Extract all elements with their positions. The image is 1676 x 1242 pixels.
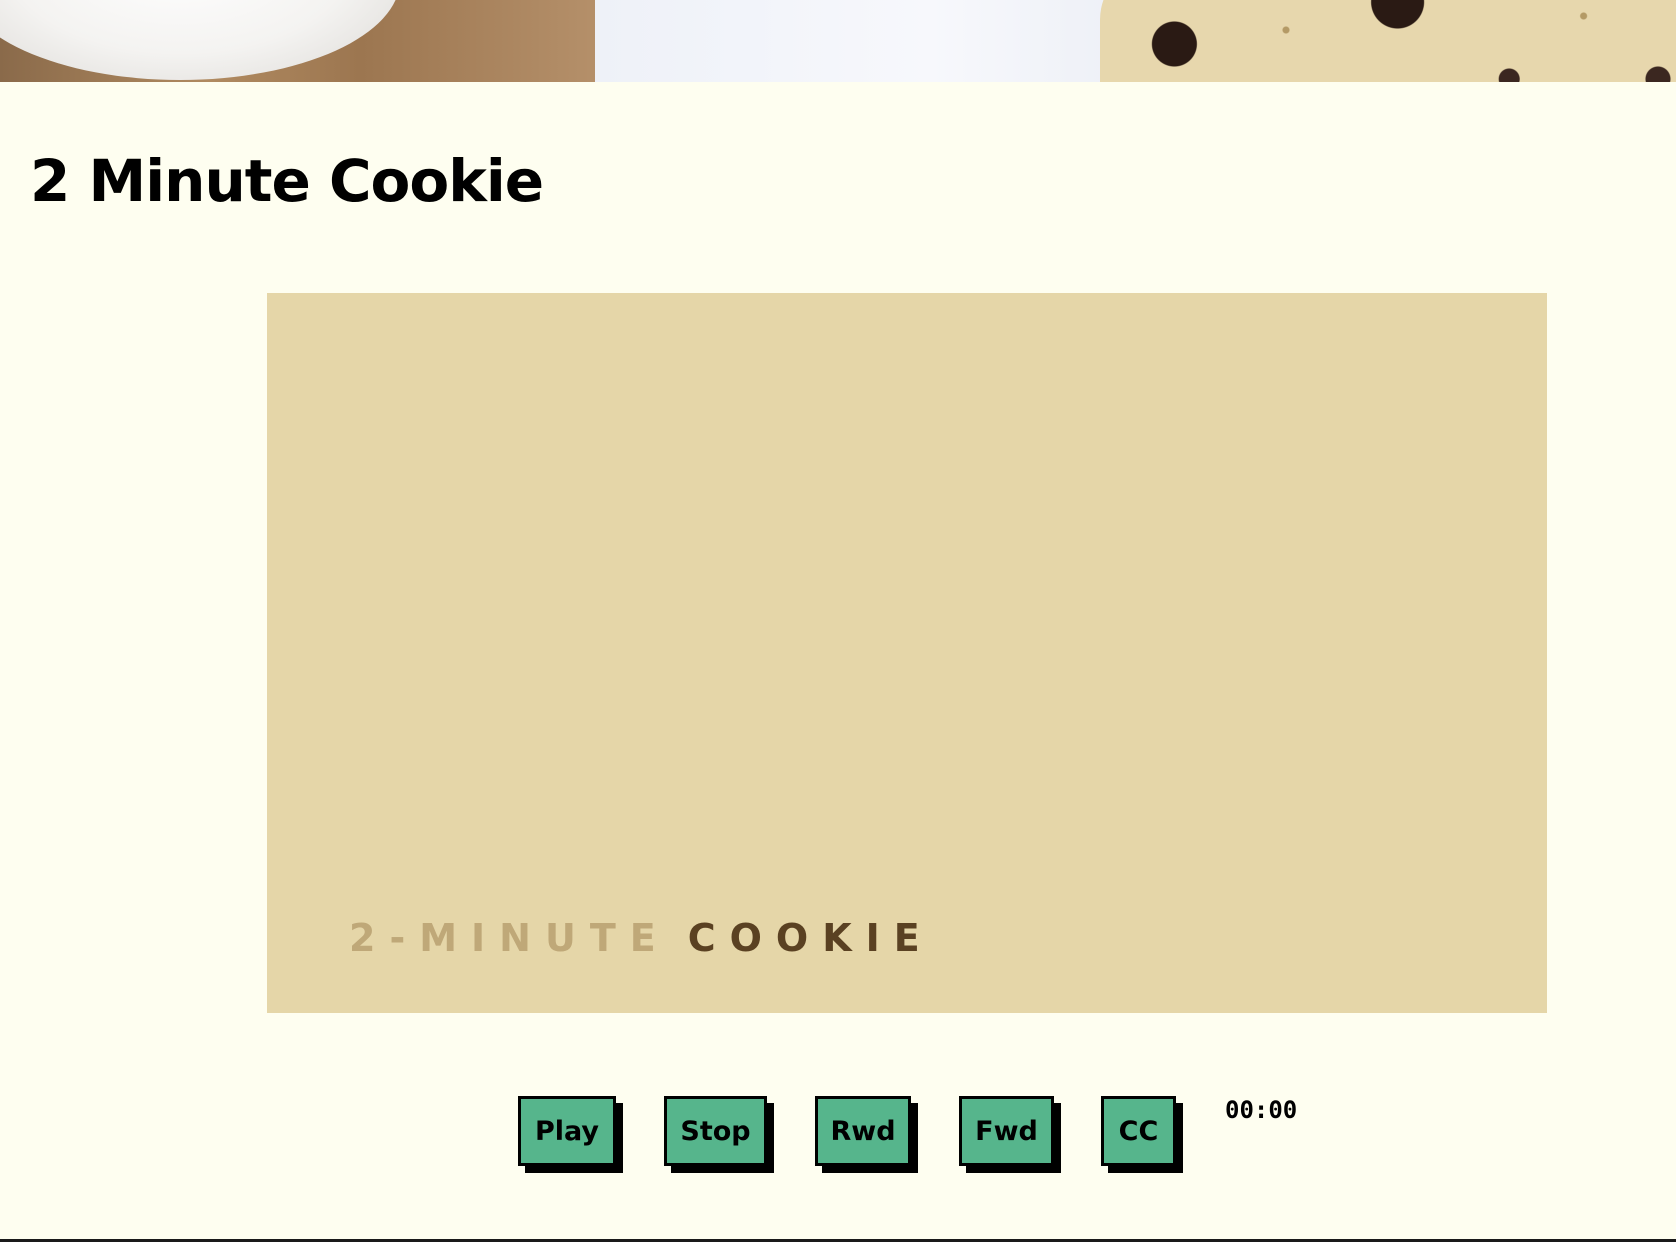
header-photo-cookie: [1100, 0, 1676, 82]
video-caption-light: 2-MINUTE: [349, 916, 670, 960]
closed-captions-button[interactable]: CC: [1101, 1096, 1176, 1166]
rewind-button[interactable]: Rwd: [815, 1096, 911, 1166]
time-display: 00:00: [1225, 1096, 1298, 1124]
video-caption-dark: COOKIE: [687, 916, 934, 960]
video-player[interactable]: 2-MINUTE COOKIE: [267, 293, 1547, 1013]
header-photo: [0, 0, 1676, 82]
play-button[interactable]: Play: [518, 1096, 616, 1166]
forward-button[interactable]: Fwd: [959, 1096, 1054, 1166]
video-title-caption: 2-MINUTE COOKIE: [349, 919, 934, 957]
page-title: 2 Minute Cookie: [30, 147, 544, 215]
stop-button[interactable]: Stop: [664, 1096, 767, 1166]
header-photo-plate: [595, 0, 1155, 82]
